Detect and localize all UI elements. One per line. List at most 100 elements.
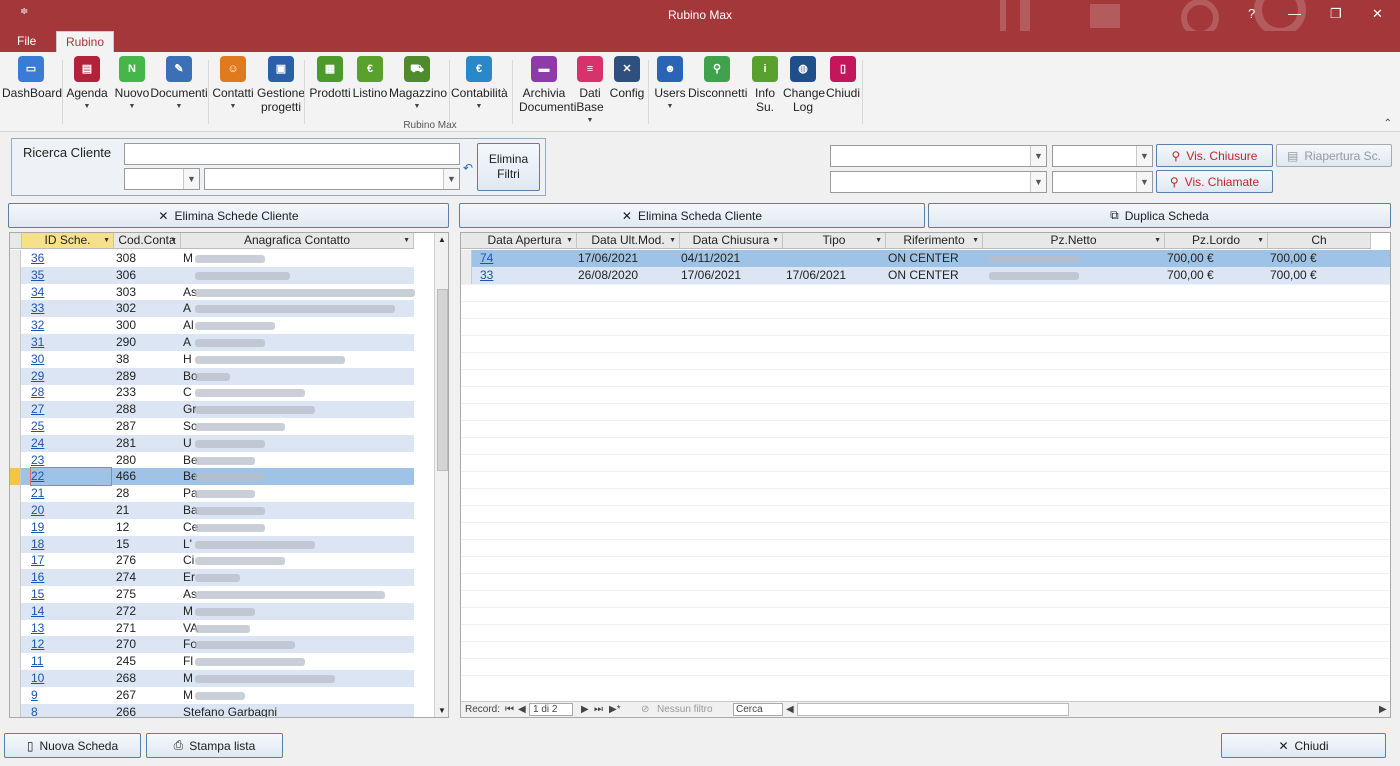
prev-record-icon[interactable]: ◀ xyxy=(518,704,526,715)
column-header-id[interactable]: ID Sche. ▼ xyxy=(22,233,114,249)
chevron-down-icon[interactable]: ▼ xyxy=(183,169,199,189)
maximize-button[interactable]: ❐ xyxy=(1330,6,1342,22)
minimize-button[interactable]: — xyxy=(1288,6,1301,21)
table-row[interactable]: 35 306 xyxy=(10,266,414,284)
record-selector[interactable] xyxy=(10,686,21,704)
ribbon-button-magazzino[interactable]: ⛟ Magazzino ▼ xyxy=(389,56,447,114)
ribbon-button-disconnetti[interactable]: ⚲ Disconnetti xyxy=(688,56,747,100)
new-sheet-button[interactable]: ▯ Nuova Scheda xyxy=(4,733,141,758)
table-row[interactable]: 8 266 Stefano Garbagni xyxy=(10,703,414,717)
chevron-down-icon[interactable]: ▼ xyxy=(1030,146,1046,166)
id-cell[interactable]: 31 xyxy=(31,334,111,351)
print-list-button[interactable]: ⎙ Stampa lista xyxy=(146,733,283,758)
id-cell[interactable]: 13 xyxy=(31,620,111,637)
table-row[interactable]: 23 280 Be xyxy=(10,451,414,469)
chevron-down-icon[interactable]: ▼ xyxy=(875,233,882,248)
table-row[interactable]: 12 270 Fo xyxy=(10,636,414,654)
record-selector[interactable] xyxy=(10,485,21,503)
chevron-down-icon[interactable]: ▼ xyxy=(1136,146,1152,166)
vis-chiusure-button[interactable]: ⚲ Vis. Chiusure xyxy=(1156,144,1273,167)
right-combo-3[interactable]: ▼ xyxy=(830,171,1047,193)
chevron-down-icon[interactable]: ▼ xyxy=(566,233,573,248)
table-row[interactable]: 29 289 Bo xyxy=(10,367,414,385)
chevron-down-icon[interactable]: ▼ xyxy=(443,169,459,189)
record-selector[interactable] xyxy=(10,250,21,267)
ribbon-button-nuovo[interactable]: N Nuovo ▼ xyxy=(114,56,150,114)
chevron-down-icon[interactable]: ▼ xyxy=(573,114,607,128)
search-records-input[interactable]: Cerca xyxy=(733,703,783,716)
column-header-8[interactable]: Ch xyxy=(1268,233,1371,249)
ribbon-button-contatti[interactable]: ☺ Contatti ▼ xyxy=(212,56,254,114)
ribbon-button-chiudi[interactable]: ▯ Chiudi xyxy=(825,56,861,100)
record-selector[interactable] xyxy=(10,367,21,385)
tab-rubino[interactable]: Rubino xyxy=(56,31,115,52)
scroll-up-icon[interactable]: ▲ xyxy=(438,235,446,244)
id-cell[interactable]: 17 xyxy=(31,552,111,569)
close-window-button[interactable]: ✕ xyxy=(1372,6,1383,22)
delete-customer-sheet-button[interactable]: ✕ Elimina Scheda Cliente xyxy=(459,203,925,228)
chevron-down-icon[interactable]: ▼ xyxy=(103,233,110,248)
help-button[interactable]: ? xyxy=(1248,6,1255,21)
record-selector[interactable] xyxy=(10,451,21,469)
record-selector[interactable] xyxy=(10,401,21,419)
record-selector[interactable] xyxy=(10,602,21,620)
record-selector[interactable] xyxy=(10,586,21,603)
id-cell[interactable]: 20 xyxy=(31,502,111,519)
column-header-anagrafica[interactable]: Anagrafica Contatto ▼ xyxy=(181,233,414,249)
id-cell[interactable]: 22 xyxy=(30,467,112,487)
record-selector[interactable] xyxy=(10,418,21,435)
chevron-down-icon[interactable]: ▼ xyxy=(114,100,150,114)
table-row[interactable]: 25 287 Sc xyxy=(10,418,414,435)
table-row[interactable]: 13 271 VA xyxy=(10,619,414,637)
ribbon-button-archivia[interactable]: ▬ Archivia Documenti xyxy=(519,56,576,114)
table-row[interactable]: 9 267 M xyxy=(10,686,414,704)
table-row[interactable]: 10 268 M xyxy=(10,670,414,687)
record-selector[interactable] xyxy=(10,334,21,351)
record-position-input[interactable]: 1 di 2 xyxy=(529,703,573,716)
ribbon-button-prodotti[interactable]: ▦ Prodotti xyxy=(309,56,351,100)
record-selector[interactable] xyxy=(10,636,21,654)
record-selector[interactable] xyxy=(10,300,21,318)
table-row[interactable]: 74 17/06/2021 04/11/2021 ON CENTER 700,00 € 7… xyxy=(461,250,1390,267)
first-record-icon[interactable]: ⏮ xyxy=(505,704,514,715)
ribbon-button-config[interactable]: ✕ Config xyxy=(609,56,645,100)
record-selector[interactable] xyxy=(10,317,21,335)
chevron-down-icon[interactable]: ▼ xyxy=(1030,172,1046,192)
id-cell[interactable]: 19 xyxy=(31,519,111,536)
record-selector[interactable] xyxy=(461,250,472,267)
chevron-down-icon[interactable]: ▼ xyxy=(170,233,177,248)
id-cell[interactable]: 36 xyxy=(31,250,111,267)
table-row[interactable]: 33 302 A xyxy=(10,300,414,318)
record-selector[interactable] xyxy=(10,670,21,687)
id-cell[interactable]: 15 xyxy=(31,586,111,603)
table-row[interactable]: 24 281 U xyxy=(10,434,414,452)
chevron-down-icon[interactable]: ▼ xyxy=(451,100,507,114)
chevron-down-icon[interactable]: ▼ xyxy=(972,233,979,248)
table-row[interactable]: 21 28 Pa xyxy=(10,485,414,503)
column-header-7[interactable]: Pz.Lordo ▼ xyxy=(1165,233,1268,249)
chevron-down-icon[interactable]: ▼ xyxy=(403,233,410,248)
ribbon-button-documenti[interactable]: ✎ Documenti ▼ xyxy=(150,56,208,114)
id-cell[interactable]: 30 xyxy=(31,351,111,368)
cod-cell[interactable]: 33 xyxy=(480,267,575,284)
table-row[interactable]: 22 466 Be xyxy=(10,467,414,487)
reset-filters-button[interactable]: Elimina Filtri xyxy=(477,143,540,191)
record-selector[interactable] xyxy=(10,350,21,368)
record-selector[interactable] xyxy=(10,468,21,486)
table-row[interactable]: 14 272 M xyxy=(10,602,414,620)
id-cell[interactable]: 9 xyxy=(31,687,111,704)
id-cell[interactable]: 29 xyxy=(31,368,111,385)
record-selector[interactable] xyxy=(10,703,21,717)
chevron-down-icon[interactable]: ▼ xyxy=(389,100,445,114)
id-cell[interactable]: 21 xyxy=(31,485,111,502)
ribbon-button-gestione[interactable]: ▣ Gestione progetti xyxy=(256,56,306,114)
filter-combo-2[interactable]: ▼ xyxy=(204,168,460,190)
ribbon-button-change[interactable]: ◍ Change Log xyxy=(783,56,825,114)
chevron-down-icon[interactable]: ▼ xyxy=(772,233,779,248)
id-cell[interactable]: 16 xyxy=(31,569,111,586)
table-row[interactable]: 16 274 Er xyxy=(10,569,414,587)
table-row[interactable]: 15 275 As xyxy=(10,586,414,603)
chevron-down-icon[interactable]: ▼ xyxy=(652,100,688,114)
column-header-3[interactable]: Data Chiusura ▼ xyxy=(680,233,783,249)
scroll-thumb[interactable] xyxy=(437,289,448,471)
